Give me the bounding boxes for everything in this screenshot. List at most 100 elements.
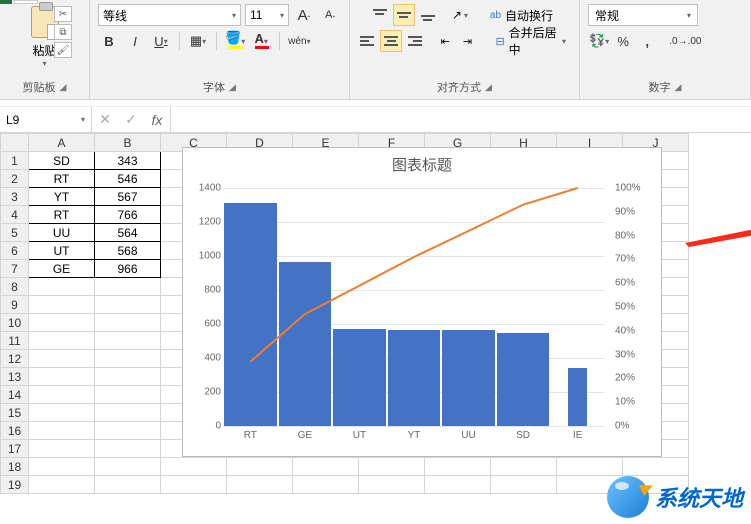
cell[interactable] xyxy=(95,386,161,404)
cell[interactable] xyxy=(95,422,161,440)
cell[interactable] xyxy=(95,458,161,476)
row-header[interactable]: 14 xyxy=(1,386,29,404)
fill-color-button[interactable]: 🪣▾ xyxy=(224,30,246,52)
cell[interactable] xyxy=(95,476,161,494)
row-header[interactable]: 3 xyxy=(1,188,29,206)
wrap-text-button[interactable]: ab 自动换行 xyxy=(483,4,560,26)
cell[interactable]: GE xyxy=(29,260,95,278)
cell[interactable] xyxy=(29,440,95,458)
row-header[interactable]: 19 xyxy=(1,476,29,494)
increase-decimal-button[interactable]: .0→.00 xyxy=(668,30,702,52)
percent-format-button[interactable]: % xyxy=(612,30,634,52)
cell[interactable] xyxy=(95,440,161,458)
increase-indent-button[interactable]: ⇥ xyxy=(457,30,477,52)
phonetic-button[interactable]: wén▾ xyxy=(287,30,311,52)
cell[interactable]: 966 xyxy=(95,260,161,278)
cell[interactable]: 546 xyxy=(95,170,161,188)
cell[interactable] xyxy=(95,314,161,332)
cell[interactable]: 343 xyxy=(95,152,161,170)
cell[interactable] xyxy=(491,458,557,476)
merge-center-button[interactable]: ⊟ 合并后居中 ▾ xyxy=(488,30,573,52)
row-header[interactable]: 12 xyxy=(1,350,29,368)
font-color-button[interactable]: A▾ xyxy=(250,30,272,52)
decrease-indent-button[interactable]: ⇤ xyxy=(435,30,455,52)
cell[interactable]: RT xyxy=(29,170,95,188)
orientation-button[interactable]: ↗▾ xyxy=(449,4,471,26)
worksheet-grid[interactable]: ABCDEFGHIJ1SD3432RT5463YT5674RT7665UU564… xyxy=(0,133,751,524)
name-box[interactable]: L9 ▾ xyxy=(0,107,92,132)
cell[interactable] xyxy=(491,476,557,494)
cell[interactable] xyxy=(557,458,623,476)
cell[interactable] xyxy=(293,476,359,494)
cell[interactable] xyxy=(29,314,95,332)
cell[interactable]: RT xyxy=(29,206,95,224)
accounting-format-button[interactable]: 💱▾ xyxy=(588,30,610,52)
cell[interactable]: 568 xyxy=(95,242,161,260)
italic-button[interactable]: I xyxy=(124,30,146,52)
cell[interactable] xyxy=(29,368,95,386)
cell[interactable] xyxy=(227,458,293,476)
cell[interactable] xyxy=(29,458,95,476)
format-painter-button[interactable]: 🖌 xyxy=(54,42,72,58)
cell[interactable] xyxy=(29,278,95,296)
row-header[interactable]: 5 xyxy=(1,224,29,242)
align-top-button[interactable] xyxy=(369,4,391,26)
comma-format-button[interactable]: , xyxy=(636,30,658,52)
cell[interactable] xyxy=(29,386,95,404)
cell[interactable] xyxy=(95,404,161,422)
cell[interactable] xyxy=(623,458,689,476)
cell[interactable] xyxy=(425,476,491,494)
cell[interactable] xyxy=(95,350,161,368)
row-header[interactable]: 4 xyxy=(1,206,29,224)
chart-title[interactable]: 图表标题 xyxy=(183,154,661,175)
cell[interactable] xyxy=(161,458,227,476)
cell[interactable]: 564 xyxy=(95,224,161,242)
dialog-launcher-icon[interactable]: ◢ xyxy=(485,82,492,93)
row-header[interactable]: 9 xyxy=(1,296,29,314)
row-header[interactable]: 13 xyxy=(1,368,29,386)
confirm-entry-button[interactable]: ✓ xyxy=(118,107,144,132)
row-header[interactable]: 11 xyxy=(1,332,29,350)
cell[interactable]: YT xyxy=(29,188,95,206)
align-right-button[interactable] xyxy=(404,30,426,52)
cell[interactable]: 766 xyxy=(95,206,161,224)
align-middle-button[interactable] xyxy=(393,4,415,26)
underline-button[interactable]: U▾ xyxy=(150,30,172,52)
cancel-entry-button[interactable]: ✕ xyxy=(92,107,118,132)
fx-button[interactable]: fx xyxy=(144,107,170,132)
font-size-select[interactable]: 11 ▾ xyxy=(245,4,289,26)
align-bottom-button[interactable] xyxy=(417,4,439,26)
cell[interactable] xyxy=(95,332,161,350)
chart-plot-area[interactable] xyxy=(223,188,605,426)
cell[interactable] xyxy=(29,404,95,422)
row-header[interactable]: 15 xyxy=(1,404,29,422)
column-header[interactable]: B xyxy=(95,134,161,152)
cell[interactable] xyxy=(95,296,161,314)
copy-button[interactable]: ⧉ xyxy=(54,24,72,40)
cell[interactable]: UU xyxy=(29,224,95,242)
number-format-select[interactable]: 常规 ▾ xyxy=(588,4,698,26)
row-header[interactable]: 6 xyxy=(1,242,29,260)
cut-button[interactable]: ✂ xyxy=(54,6,72,22)
cell[interactable] xyxy=(29,332,95,350)
row-header[interactable]: 16 xyxy=(1,422,29,440)
cell[interactable] xyxy=(29,422,95,440)
embedded-chart[interactable]: 图表标题 0200400600800100012001400 0%10%20%3… xyxy=(182,147,662,457)
cell[interactable] xyxy=(95,278,161,296)
cell[interactable] xyxy=(29,476,95,494)
row-header[interactable]: 10 xyxy=(1,314,29,332)
cell[interactable]: UT xyxy=(29,242,95,260)
dialog-launcher-icon[interactable]: ◢ xyxy=(675,82,682,93)
row-header[interactable]: 17 xyxy=(1,440,29,458)
cell[interactable]: 567 xyxy=(95,188,161,206)
cell[interactable] xyxy=(29,350,95,368)
dialog-launcher-icon[interactable]: ◢ xyxy=(229,82,236,93)
shrink-font-button[interactable]: Aˇ xyxy=(319,4,341,26)
font-name-select[interactable]: 等线 ▾ xyxy=(98,4,241,26)
cell[interactable] xyxy=(95,368,161,386)
cell[interactable] xyxy=(293,458,359,476)
align-center-button[interactable] xyxy=(380,30,402,52)
cell[interactable] xyxy=(359,476,425,494)
cell[interactable] xyxy=(29,296,95,314)
column-header[interactable]: A xyxy=(29,134,95,152)
